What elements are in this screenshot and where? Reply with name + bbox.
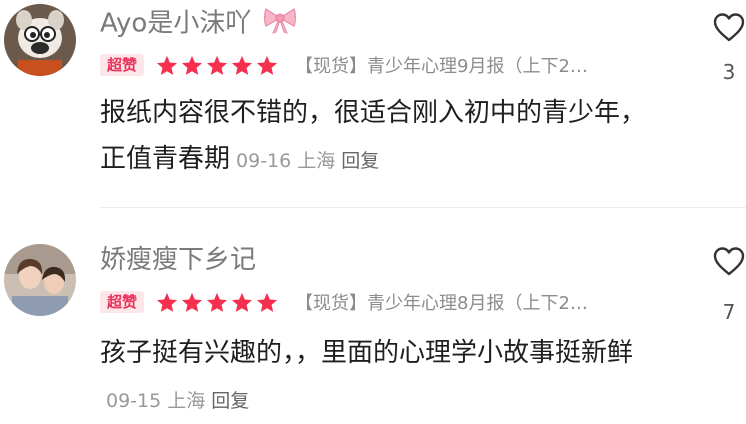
review-meta: 超赞 【现货】青少年心理9月报（上下2… bbox=[100, 51, 588, 79]
heart-outline-icon bbox=[713, 247, 745, 276]
comment-date: 09-15 bbox=[106, 390, 162, 412]
pink-bow-icon bbox=[262, 6, 298, 42]
username[interactable]: Ayo是小沫吖 bbox=[100, 6, 298, 42]
like-count: 3 bbox=[722, 60, 736, 84]
comment-location: 上海 bbox=[297, 150, 336, 172]
star-icon bbox=[206, 292, 228, 312]
star-icon bbox=[256, 55, 278, 75]
comment-location: 上海 bbox=[167, 390, 206, 412]
rating-stars bbox=[156, 292, 281, 313]
comment-body: 报纸内容很不错的，很适合刚入初中的青少年，正值青春期 09-16 上海 回复 bbox=[100, 90, 660, 184]
star-icon bbox=[231, 292, 253, 312]
star-icon bbox=[181, 55, 203, 75]
comment-date: 09-16 bbox=[236, 150, 292, 172]
star-icon bbox=[206, 55, 228, 75]
like-button[interactable]: 3 bbox=[712, 12, 746, 84]
like-count: 7 bbox=[722, 300, 736, 324]
rating-badge: 超赞 bbox=[100, 54, 145, 76]
product-variant-link[interactable]: 【现货】青少年心理9月报（上下2… bbox=[295, 52, 588, 78]
star-icon bbox=[231, 55, 253, 75]
rating-badge: 超赞 bbox=[100, 291, 145, 313]
username[interactable]: 娇瘦瘦下乡记 bbox=[100, 244, 256, 276]
username-text: Ayo是小沫吖 bbox=[100, 8, 252, 39]
product-variant-link[interactable]: 【现货】青少年心理8月报（上下2… bbox=[295, 289, 588, 315]
reply-button[interactable]: 回复 bbox=[211, 390, 249, 412]
username-text: 娇瘦瘦下乡记 bbox=[100, 245, 257, 275]
avatar[interactable] bbox=[4, 244, 76, 316]
comment-item: 娇瘦瘦下乡记 超赞 【现货】青少年心理8月报（上下2… 孩子挺有兴趣的，，里面的… bbox=[0, 230, 746, 413]
star-icon bbox=[156, 292, 178, 312]
comment-text: 孩子挺有兴趣的，，里面的心理学小故事挺新鲜 bbox=[100, 338, 634, 368]
review-meta: 超赞 【现货】青少年心理8月报（上下2… bbox=[100, 288, 588, 316]
like-button[interactable]: 7 bbox=[712, 246, 746, 324]
rating-stars bbox=[156, 55, 281, 76]
reply-button[interactable]: 回复 bbox=[341, 150, 379, 172]
star-icon bbox=[156, 55, 178, 75]
avatar[interactable] bbox=[4, 4, 76, 76]
comment-body: 孩子挺有兴趣的，，里面的心理学小故事挺新鲜 09-15 上海 回复 bbox=[100, 330, 660, 424]
divider bbox=[100, 207, 746, 208]
comment-item: Ayo是小沫吖 超赞 【现货】青少年心理9月报（上下2… 报纸内容很不错的，很适… bbox=[0, 0, 746, 208]
heart-outline-icon bbox=[713, 13, 745, 42]
star-icon bbox=[181, 292, 203, 312]
star-icon bbox=[256, 292, 278, 312]
